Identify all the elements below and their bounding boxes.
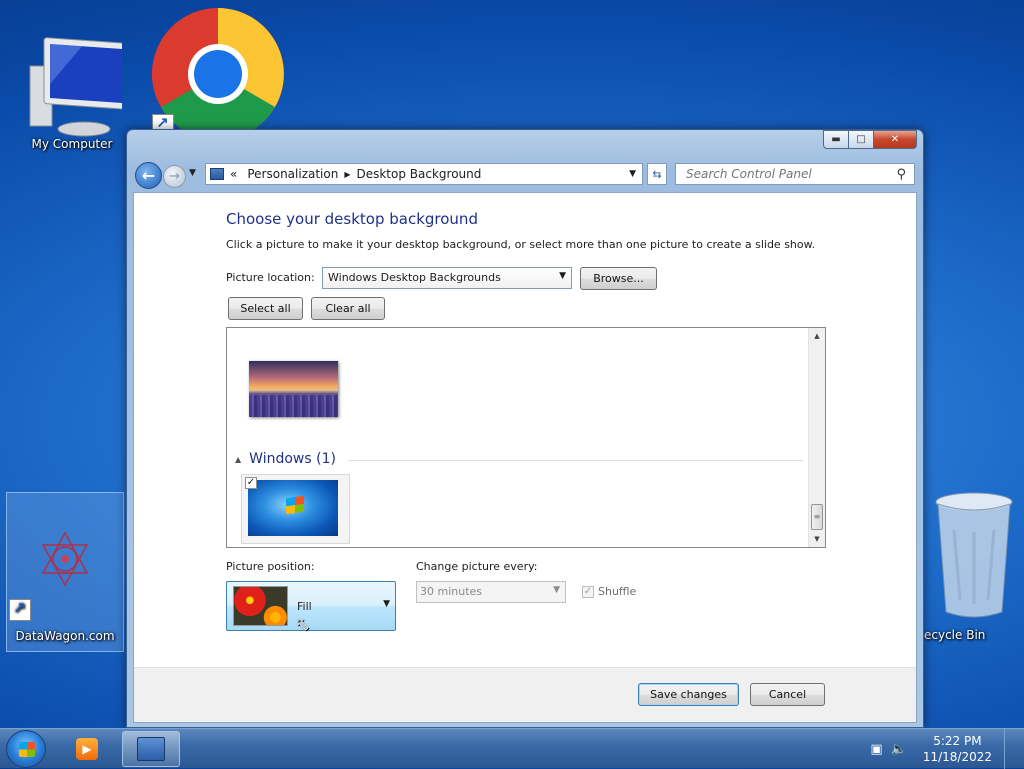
change-picture-select[interactable]: 30 minutes ▼ [416, 581, 566, 603]
clock[interactable]: 5:22 PM 11/18/2022 [923, 733, 992, 765]
maximize-button[interactable]: □ [849, 130, 874, 149]
shortcut-arrow-icon [152, 114, 174, 130]
chrome-logo [152, 8, 284, 130]
datawagon-label: DataWagon.com [15, 629, 115, 643]
start-button[interactable] [6, 730, 46, 768]
desktop-icon-datawagon[interactable]: DataWagon.com [6, 492, 124, 652]
picture-location-value: Windows Desktop Backgrounds [328, 271, 501, 284]
scroll-up-icon[interactable]: ▲ [809, 328, 825, 344]
recent-pages-dropdown-icon[interactable]: ▼ [189, 168, 196, 178]
chevron-down-icon: ▼ [553, 585, 560, 595]
mouse-cursor-icon: ⬁ [295, 614, 311, 635]
control-panel-icon [210, 168, 224, 180]
picture-position-select[interactable]: Fill ▼ [226, 581, 396, 631]
shortcut-arrow-icon [9, 599, 31, 621]
minimize-button[interactable]: ▬ [823, 130, 849, 149]
shuffle-check-icon: ✓ [582, 585, 594, 598]
wallpaper-thumbnail-windows[interactable]: ✓ [241, 474, 350, 544]
clock-date: 11/18/2022 [922, 750, 992, 764]
recycle-bin-label: ecycle Bin [924, 628, 986, 642]
caption-buttons: ▬ □ ✕ [823, 130, 917, 149]
change-picture-value: 30 minutes [420, 585, 483, 598]
shuffle-checkbox[interactable]: ✓ Shuffle [582, 585, 636, 598]
forward-button[interactable]: → [163, 165, 186, 188]
picture-location-label: Picture location: [226, 271, 315, 284]
gallery-scrollbar[interactable]: ▲ ≡ ▼ [808, 328, 825, 547]
wallpaper-checkbox[interactable]: ✓ [245, 477, 257, 489]
wallpaper-thumbnail-sunset[interactable] [249, 361, 338, 417]
scroll-down-icon[interactable]: ▼ [809, 531, 825, 547]
clear-all-button[interactable]: Clear all [311, 297, 385, 320]
picture-gallery[interactable]: ▲ Windows (1) ✓ ▲ ≡ ▼ [226, 327, 826, 548]
windows-logo-icon [286, 495, 304, 515]
control-panel-icon [137, 737, 165, 761]
breadcrumb-separator-icon[interactable]: ▶ [344, 170, 350, 179]
show-desktop-button[interactable] [1004, 729, 1018, 769]
group-divider [347, 459, 803, 461]
taskbar-media-player[interactable]: ▶ [58, 731, 116, 767]
back-button[interactable]: ← [135, 162, 162, 189]
close-button[interactable]: ✕ [874, 130, 917, 149]
search-icon[interactable]: ⚲ [896, 167, 906, 182]
search-box[interactable]: ⚲ [675, 163, 915, 185]
system-tray: ▣ 🔈 5:22 PM 11/18/2022 [870, 729, 1018, 769]
taskbar: ▶ ▣ 🔈 5:22 PM 11/18/2022 [0, 728, 1024, 769]
browse-button[interactable]: Browse... [580, 267, 657, 290]
chevron-down-icon: ▼ [559, 271, 566, 281]
scroll-thumb[interactable]: ≡ [811, 504, 823, 530]
datawagon-icon [41, 531, 89, 587]
windows-wallpaper-image [248, 480, 338, 536]
network-icon[interactable]: ▣ [870, 742, 882, 757]
page-description: Click a picture to make it your desktop … [226, 238, 816, 251]
desktop-background-window: ▬ □ ✕ ← → ▼ « Personalization ▶ Desktop … [126, 129, 924, 728]
taskbar-control-panel[interactable] [122, 731, 180, 767]
desktop-icon-recycle-bin[interactable]: ecycle Bin [924, 490, 1024, 642]
desktop-icon-my-computer[interactable]: My Computer [22, 32, 129, 151]
shuffle-label: Shuffle [598, 585, 637, 598]
dialog-footer: Save changes Cancel [134, 667, 916, 722]
collapse-triangle-icon[interactable]: ▲ [235, 455, 241, 464]
content-area: Choose your desktop background Click a p… [133, 192, 917, 723]
page-title: Choose your desktop background [226, 210, 478, 228]
cancel-button[interactable]: Cancel [750, 683, 825, 706]
breadcrumb-personalization[interactable]: Personalization [247, 167, 338, 181]
group-heading-windows[interactable]: ▲ Windows (1) [235, 451, 803, 467]
media-player-icon: ▶ [76, 738, 98, 760]
navigation-bar: ← → ▼ « Personalization ▶ Desktop Backgr… [133, 160, 917, 190]
address-bar[interactable]: « Personalization ▶ Desktop Background ▼ [205, 163, 643, 185]
refresh-button[interactable]: ⇆ [647, 163, 667, 185]
picture-position-label: Picture position: [226, 560, 315, 573]
address-prefix[interactable]: « [230, 167, 237, 181]
address-dropdown-icon[interactable]: ▼ [629, 169, 636, 179]
picture-location-select[interactable]: Windows Desktop Backgrounds ▼ [322, 267, 572, 289]
select-all-button[interactable]: Select all [228, 297, 303, 320]
position-preview-image [233, 586, 288, 626]
breadcrumb-desktop-background[interactable]: Desktop Background [356, 167, 481, 181]
save-changes-button[interactable]: Save changes [638, 683, 739, 706]
chevron-down-icon: ▼ [383, 599, 390, 609]
computer-icon [29, 37, 129, 137]
search-input[interactable] [684, 166, 894, 182]
clock-time: 5:22 PM [933, 734, 982, 748]
group-heading-label: Windows (1) [249, 451, 336, 467]
change-picture-label: Change picture every: [416, 560, 538, 573]
picture-position-value: Fill [297, 600, 312, 613]
my-computer-label: My Computer [31, 137, 113, 151]
chrome-icon[interactable] [150, 6, 286, 130]
recycle-bin-icon [935, 492, 1013, 618]
volume-icon[interactable]: 🔈 [891, 742, 907, 757]
